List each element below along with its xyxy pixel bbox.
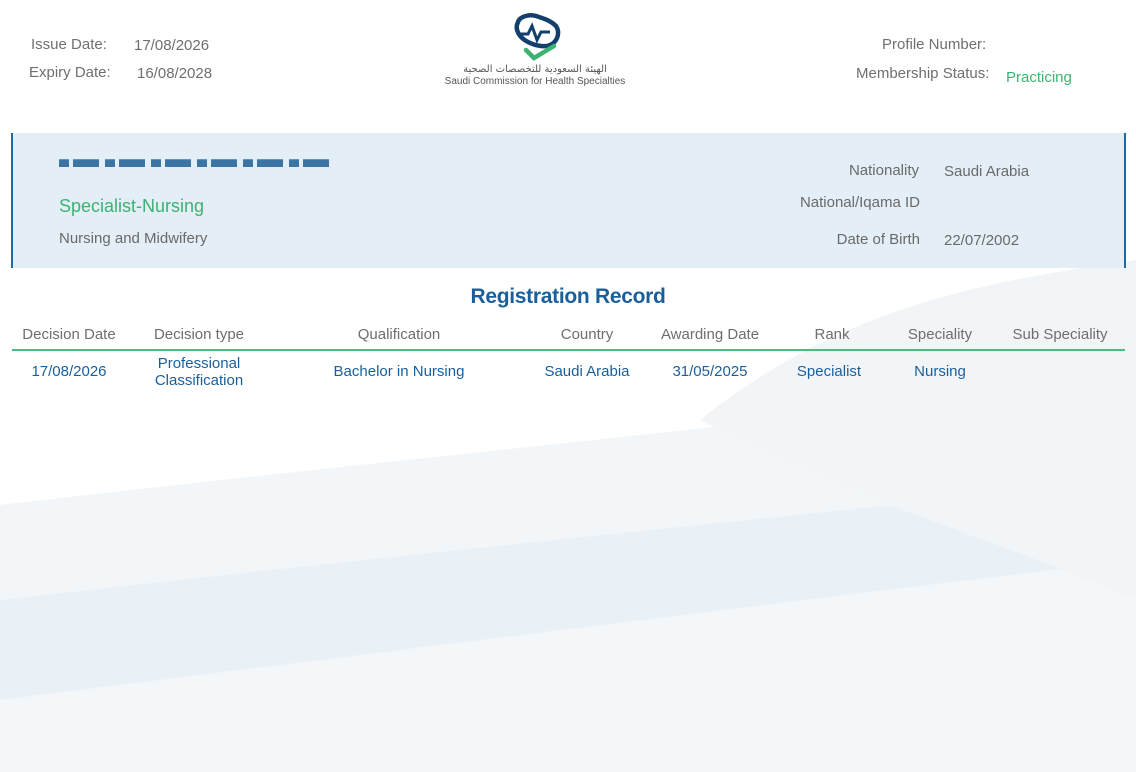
registration-table: Decision Date Decision type Qualificatio… [0,0,1136,772]
cell-awarding-date: 31/05/2025 [672,363,748,380]
cell-decision-type-line2: Classification [154,372,244,389]
col-awarding-date: Awarding Date [660,326,760,343]
cell-decision-date: 17/08/2026 [31,363,107,380]
cell-rank: Specialist [796,363,862,380]
header-divider [12,349,1125,351]
cell-decision-type-line1: Professional [157,355,241,372]
cell-country: Saudi Arabia [544,363,630,380]
col-speciality: Speciality [907,326,973,343]
col-decision-date: Decision Date [22,326,116,343]
cell-qualification: Bachelor in Nursing [333,363,465,380]
col-decision-type: Decision type [153,326,245,343]
col-rank: Rank [814,326,850,343]
col-country: Country [560,326,614,343]
col-sub-speciality: Sub Speciality [1012,326,1108,343]
col-qualification: Qualification [357,326,441,343]
cell-speciality: Nursing [914,363,966,380]
